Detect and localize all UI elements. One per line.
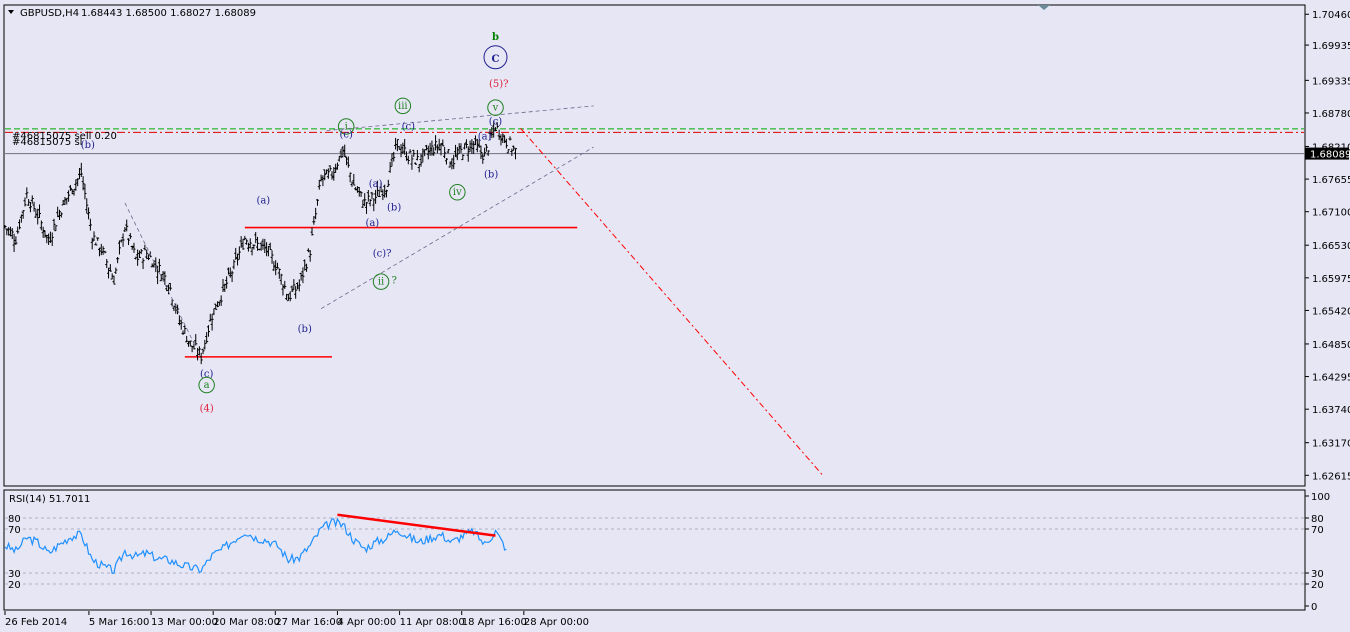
price-tick-label: 1.65975	[1312, 274, 1350, 285]
wave-label: (b)	[387, 203, 401, 214]
wave-label: C	[492, 54, 500, 65]
wave-label: (c)	[339, 130, 353, 141]
time-tick-label: 13 Mar 00:00	[151, 617, 218, 628]
wave-label: (5)?	[489, 79, 509, 90]
wave-label: (c)	[489, 117, 503, 128]
gbpusd-chart[interactable]: 1.704601.699351.693351.687801.682101.676…	[0, 0, 1350, 632]
price-tick-label: 1.64850	[1312, 340, 1350, 351]
rsi-tick-label: 80	[1311, 514, 1324, 525]
price-tick-label: 1.65420	[1312, 306, 1350, 317]
current-price-label: 1.68089	[1310, 150, 1350, 161]
rsi-tick-label: 0	[1311, 602, 1317, 613]
price-tick-label: 1.64295	[1312, 373, 1350, 384]
rsi-reference-label: 70	[8, 525, 21, 536]
rsi-tick-label: 70	[1311, 525, 1324, 536]
wave-label: (c)?	[373, 248, 392, 259]
wave-label: (a)	[369, 179, 383, 190]
rsi-tick-label: 30	[1311, 569, 1324, 580]
time-tick-label: 18 Apr 16:00	[462, 617, 527, 628]
price-tick-label: 1.67100	[1312, 208, 1350, 219]
time-tick-label: 20 Mar 08:00	[213, 617, 280, 628]
rsi-tick-label: 20	[1311, 580, 1324, 591]
price-tick-label: 1.63170	[1312, 439, 1350, 450]
symbol-label: GBPUSD,H4	[20, 8, 79, 19]
price-tick-label: 1.68780	[1312, 109, 1350, 120]
time-tick-label: 11 Apr 08:00	[400, 617, 465, 628]
wave-label: (b)	[484, 170, 498, 181]
wave-label: ?	[391, 275, 396, 286]
wave-label: (a)	[478, 131, 492, 142]
wave-label: a	[204, 380, 210, 391]
wave-label: (c)	[200, 369, 214, 380]
price-tick-label: 1.70460	[1312, 10, 1350, 21]
time-tick-label: 4 Apr 00:00	[337, 617, 396, 628]
price-axis: 1.704601.699351.693351.687801.682101.676…	[1305, 10, 1350, 482]
rsi-title: RSI(14) 51.7011	[9, 494, 90, 505]
time-tick-label: 26 Feb 2014	[5, 617, 67, 628]
rsi-reference-label: 80	[8, 514, 21, 525]
order-sl-label: #46815075 sl	[12, 137, 82, 148]
time-tick-label: 27 Mar 16:00	[275, 617, 342, 628]
price-tick-label: 1.69935	[1312, 41, 1350, 52]
wave-label: iii	[398, 101, 408, 112]
wave-label: ii	[378, 277, 384, 288]
wave-label: (4)	[200, 404, 214, 415]
wave-label: (b)	[298, 324, 312, 335]
wave-label: (a)	[365, 218, 379, 229]
time-axis: 26 Feb 2014 5 Mar 16:00 13 Mar 00:0020 Mar…	[4, 611, 589, 628]
ohlc-label: 1.68443 1.68500 1.68027 1.68089	[81, 8, 256, 19]
wave-label: v	[492, 103, 499, 114]
price-tick-label: 1.62615	[1312, 471, 1350, 482]
chart-window[interactable]: 1.704601.699351.693351.687801.682101.676…	[0, 0, 1350, 632]
wave-label: b	[492, 32, 499, 43]
price-tick-label: 1.69335	[1312, 76, 1350, 87]
price-tick-label: 1.67655	[1312, 175, 1350, 186]
price-tick-label: 1.63740	[1312, 405, 1350, 416]
rsi-reference-label: 30	[8, 569, 21, 580]
wave-label: (c)	[402, 121, 416, 132]
time-tick-label: 5 Mar 16:00	[89, 617, 149, 628]
wave-label: iv	[453, 187, 462, 198]
rsi-panel-bg	[3, 489, 1306, 611]
time-tick-label: 28 Apr 00:00	[524, 617, 589, 628]
rsi-reference-label: 20	[8, 580, 21, 591]
price-tick-label: 1.66530	[1312, 241, 1350, 252]
rsi-tick-label: 100	[1311, 492, 1330, 503]
wave-label: (a)	[256, 195, 270, 206]
